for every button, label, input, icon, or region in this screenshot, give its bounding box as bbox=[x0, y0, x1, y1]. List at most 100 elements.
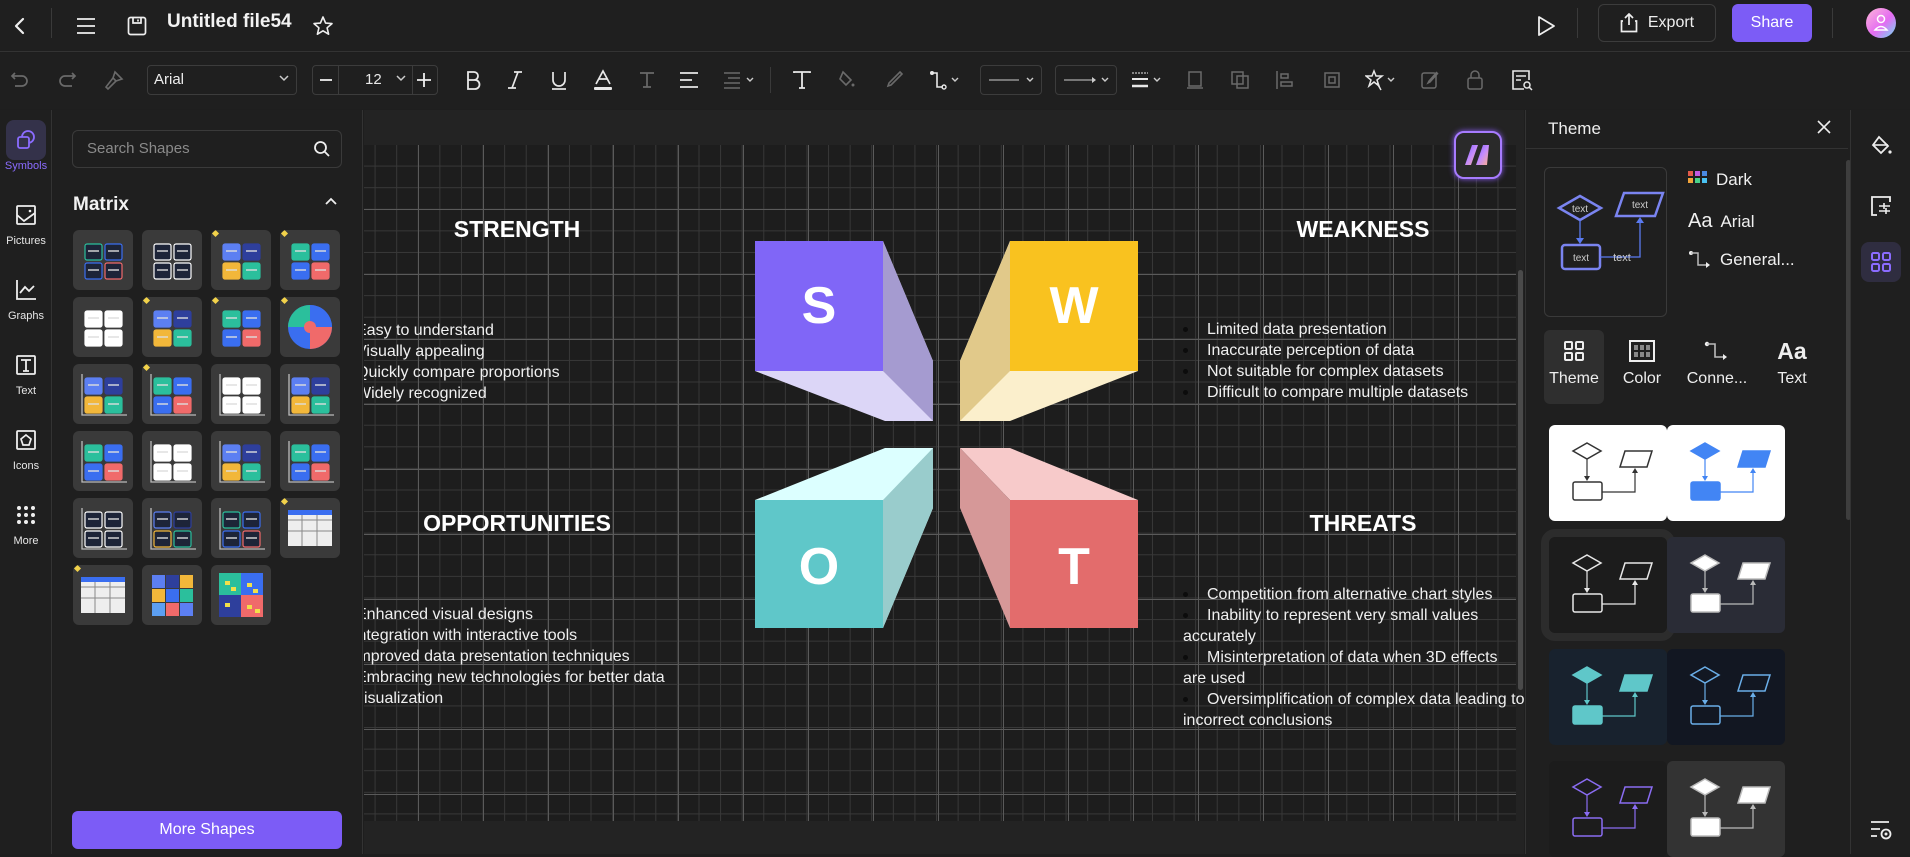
tab-theme[interactable]: Theme bbox=[1544, 330, 1604, 404]
rail-item-more[interactable]: More bbox=[0, 495, 52, 561]
weakness-list[interactable]: Limited data presentation Inaccurate per… bbox=[1183, 319, 1468, 403]
strength-heading[interactable]: STRENGTH bbox=[367, 216, 667, 243]
align-icon[interactable] bbox=[674, 65, 704, 95]
connector-icon[interactable] bbox=[928, 65, 964, 95]
edit-icon[interactable] bbox=[1415, 65, 1445, 95]
shape-tile[interactable] bbox=[280, 297, 340, 357]
text-style-icon[interactable] bbox=[632, 65, 662, 95]
canvas-scrollbar[interactable] bbox=[1518, 270, 1523, 690]
menu-icon[interactable] bbox=[70, 10, 102, 42]
canvas[interactable]: STRENGTH OPPORTUNITIES WEAKNESS THREATS … bbox=[364, 110, 1524, 854]
shape-tile[interactable] bbox=[211, 297, 271, 357]
rail-item-icons[interactable]: Icons bbox=[0, 420, 52, 486]
theme-card-light-blue[interactable] bbox=[1667, 425, 1785, 521]
text-tool-icon[interactable] bbox=[787, 65, 817, 95]
shape-tile[interactable] bbox=[211, 364, 271, 424]
shape-tile[interactable] bbox=[142, 565, 202, 625]
more-shapes-button[interactable]: More Shapes bbox=[72, 811, 342, 849]
swot-block-s[interactable]: S bbox=[755, 241, 933, 421]
swot-block-o[interactable]: O bbox=[755, 448, 933, 628]
page-setup-icon[interactable] bbox=[1861, 186, 1901, 226]
lock-icon[interactable] bbox=[1460, 65, 1490, 95]
find-icon[interactable] bbox=[1507, 65, 1537, 95]
share-button[interactable]: Share bbox=[1732, 4, 1812, 42]
align-objects-icon[interactable] bbox=[1270, 65, 1300, 95]
send-back-icon[interactable] bbox=[1225, 65, 1255, 95]
shape-tile[interactable] bbox=[211, 431, 271, 491]
save-icon[interactable] bbox=[121, 10, 153, 42]
avatar[interactable] bbox=[1866, 8, 1896, 38]
close-icon[interactable] bbox=[1816, 119, 1832, 135]
export-button[interactable]: Export bbox=[1598, 4, 1716, 42]
rail-item-pictures[interactable]: Pictures bbox=[0, 195, 52, 261]
shape-tile[interactable] bbox=[211, 230, 271, 290]
increase-font-size-button[interactable] bbox=[411, 66, 437, 94]
rail-item-graphs[interactable]: Graphs bbox=[0, 270, 52, 336]
tab-text[interactable]: Aa Text bbox=[1762, 330, 1822, 404]
shape-tile[interactable] bbox=[142, 297, 202, 357]
font-size-input[interactable]: 12 bbox=[339, 66, 413, 94]
pen-icon[interactable] bbox=[879, 65, 909, 95]
rail-item-text[interactable]: Text bbox=[0, 345, 52, 411]
line-spacing-icon[interactable] bbox=[720, 65, 760, 95]
effects-icon[interactable] bbox=[1364, 65, 1400, 95]
font-color-icon[interactable] bbox=[588, 65, 618, 95]
arrow-style-select[interactable] bbox=[1055, 65, 1117, 95]
opportunities-list[interactable]: Enhanced visual designs Integration with… bbox=[364, 604, 665, 709]
bring-front-icon[interactable] bbox=[1180, 65, 1210, 95]
ai-assistant-button[interactable] bbox=[1454, 131, 1502, 179]
shape-tile[interactable] bbox=[142, 364, 202, 424]
theme-icon[interactable] bbox=[1861, 242, 1901, 282]
shape-tile[interactable] bbox=[142, 230, 202, 290]
swot-block-t[interactable]: T bbox=[960, 448, 1138, 628]
tab-connector[interactable]: Conne... bbox=[1682, 330, 1752, 404]
theme-card-light-outline[interactable] bbox=[1549, 425, 1667, 521]
search-shapes-input[interactable]: Search Shapes bbox=[72, 130, 342, 168]
chevron-up-icon[interactable] bbox=[324, 196, 338, 206]
theme-card-navy-teal[interactable] bbox=[1549, 649, 1667, 745]
shape-tile[interactable] bbox=[73, 230, 133, 290]
style-fill-icon[interactable] bbox=[1861, 126, 1901, 166]
redo-icon[interactable] bbox=[52, 65, 82, 95]
shape-tile[interactable] bbox=[280, 431, 340, 491]
opportunities-heading[interactable]: OPPORTUNITIES bbox=[367, 510, 667, 537]
threats-heading[interactable]: THREATS bbox=[1213, 510, 1513, 537]
shape-tile[interactable] bbox=[280, 364, 340, 424]
undo-icon[interactable] bbox=[5, 65, 35, 95]
theme-card-slate-white[interactable] bbox=[1667, 537, 1785, 633]
decrease-font-size-button[interactable] bbox=[313, 66, 339, 94]
shape-tile[interactable] bbox=[73, 364, 133, 424]
play-icon[interactable] bbox=[1530, 10, 1562, 42]
theme-card-gray-white[interactable] bbox=[1667, 761, 1785, 857]
font-family-select[interactable]: Arial bbox=[147, 65, 297, 95]
rail-item-symbols[interactable]: Symbols bbox=[0, 120, 52, 186]
shape-tile[interactable] bbox=[142, 498, 202, 558]
strength-list[interactable]: Easy to understand Visually appealing Qu… bbox=[364, 320, 560, 404]
shape-tile[interactable] bbox=[73, 565, 133, 625]
shape-tile[interactable] bbox=[142, 431, 202, 491]
tab-color[interactable]: Color bbox=[1612, 330, 1672, 404]
italic-icon[interactable] bbox=[500, 65, 530, 95]
shape-tile[interactable] bbox=[280, 498, 340, 558]
group-icon[interactable] bbox=[1317, 65, 1347, 95]
swot-block-w[interactable]: W bbox=[960, 241, 1138, 421]
weakness-heading[interactable]: WEAKNESS bbox=[1213, 216, 1513, 243]
search-icon[interactable] bbox=[313, 140, 331, 158]
star-icon[interactable] bbox=[307, 10, 339, 42]
line-style-select[interactable] bbox=[980, 65, 1042, 95]
shape-tile[interactable] bbox=[211, 498, 271, 558]
shape-tile[interactable] bbox=[280, 230, 340, 290]
shape-tile[interactable] bbox=[211, 565, 271, 625]
theme-card-midnight-blue[interactable] bbox=[1667, 649, 1785, 745]
settings-icon[interactable] bbox=[1861, 810, 1901, 850]
font-option[interactable]: Aa Arial bbox=[1688, 210, 1754, 233]
threats-list[interactable]: Competition from alternative chart style… bbox=[1183, 584, 1524, 731]
shape-tile[interactable] bbox=[73, 498, 133, 558]
shape-tile[interactable] bbox=[73, 431, 133, 491]
back-icon[interactable] bbox=[4, 10, 36, 42]
format-painter-icon[interactable] bbox=[99, 65, 129, 95]
fill-icon[interactable] bbox=[832, 65, 862, 95]
file-title[interactable]: Untitled file54 bbox=[167, 11, 292, 33]
connector-option[interactable]: General... bbox=[1688, 250, 1795, 270]
bold-icon[interactable] bbox=[458, 65, 488, 95]
